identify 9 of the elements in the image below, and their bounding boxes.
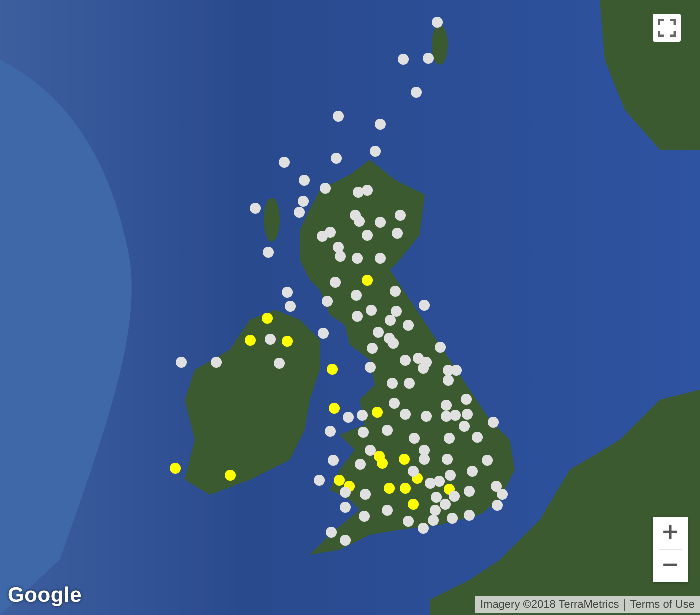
fullscreen-button[interactable] bbox=[653, 14, 681, 42]
terms-of-use-link[interactable]: Terms of Use bbox=[624, 598, 700, 610]
google-logo: Google bbox=[8, 584, 82, 608]
satellite-map[interactable]: + − Google Imagery ©2018 TerraMetrics Terms of Use bbox=[0, 0, 700, 615]
fullscreen-icon bbox=[658, 19, 676, 37]
zoom-in-button[interactable]: + bbox=[653, 517, 688, 549]
zoom-out-button[interactable]: − bbox=[653, 550, 688, 582]
zoom-control[interactable]: + − bbox=[653, 517, 688, 582]
imagery-credit: Imagery ©2018 TerraMetrics bbox=[479, 598, 620, 610]
